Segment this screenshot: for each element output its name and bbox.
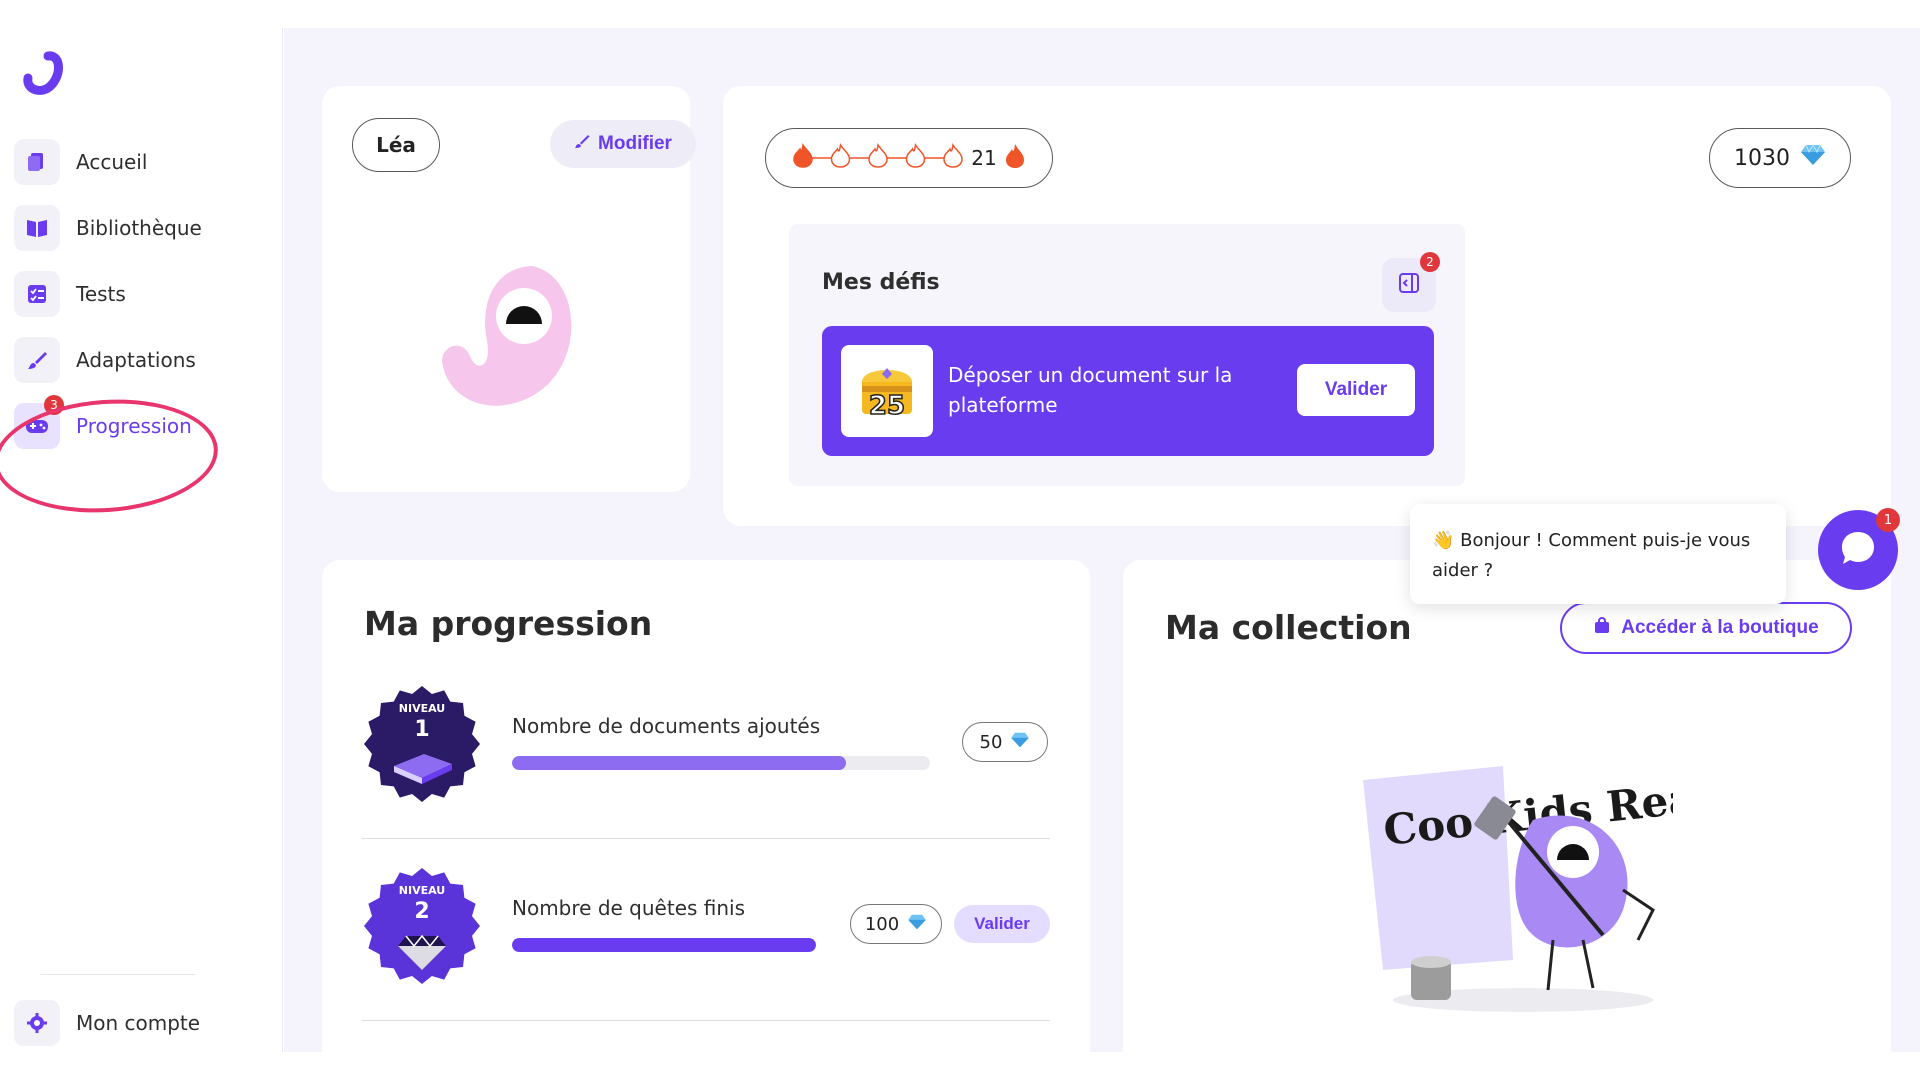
diamond-icon: [1800, 143, 1826, 172]
sidebar-item-label: Adaptations: [76, 348, 196, 372]
collection-card: Ma collection Accéder à la boutique Coo …: [1123, 560, 1891, 1080]
level-number: 2: [414, 899, 429, 924]
notification-badge: 1: [1876, 508, 1900, 532]
divider: [362, 1020, 1050, 1021]
challenges-title: Mes défis: [822, 270, 940, 295]
sidebar-item-label: Tests: [76, 282, 126, 306]
edit-label: Modifier: [598, 133, 672, 154]
level-word: NIVEAU: [399, 884, 445, 897]
gamepad-icon: 3: [14, 395, 64, 449]
level-badge: NIVEAU 1: [364, 686, 480, 802]
level-word: NIVEAU: [399, 702, 445, 715]
sidebar-item-bibliotheque[interactable]: Bibliothèque: [14, 203, 274, 253]
sidebar: Accueil Bibliothèque Tests Adaptations 3…: [0, 28, 283, 1052]
challenges-panel: Mes défis 2 25 Déposer un document sur l…: [789, 224, 1465, 486]
shop-label: Accéder à la boutique: [1621, 617, 1819, 638]
shopping-bag-icon: [1593, 616, 1611, 640]
gem-counter: 1030: [1709, 128, 1851, 188]
chat-launcher-button[interactable]: 1: [1818, 508, 1900, 590]
reward-pill: 100: [850, 904, 942, 944]
divider: [40, 974, 195, 975]
challenge-card: 25 Déposer un document sur la plateforme…: [822, 326, 1434, 456]
sidebar-item-account[interactable]: Mon compte: [14, 998, 274, 1048]
profile-card: Léa Modifier: [322, 86, 696, 492]
stats-card: 21 1030 Mes défis 2 25 Déposer un docume…: [723, 86, 1891, 526]
documents-icon: [14, 139, 60, 185]
sidebar-item-label: Progression: [76, 414, 192, 438]
flame-icon: [906, 142, 926, 168]
app-logo[interactable]: [18, 48, 68, 98]
progression-row: NIVEAU 2 Nombre de quêtes finis 100 Vali…: [362, 866, 1050, 996]
brush-icon: [14, 337, 60, 383]
sidebar-item-adaptations[interactable]: Adaptations: [14, 335, 274, 385]
flame-icon: [831, 142, 851, 168]
panel-toggle-button[interactable]: 2: [1382, 252, 1440, 312]
validate-level-button[interactable]: Valider: [954, 905, 1050, 943]
divider: [362, 838, 1050, 839]
chat-message[interactable]: 👋 Bonjour ! Comment puis-je vous aider ?: [1410, 504, 1786, 604]
sidebar-item-accueil[interactable]: Accueil: [14, 137, 274, 187]
collection-title: Ma collection: [1165, 608, 1412, 647]
progress-bar: [512, 756, 930, 770]
edit-profile-button[interactable]: Modifier: [550, 120, 696, 168]
progress-bar: [512, 938, 816, 952]
avatar: [422, 246, 582, 416]
chat-icon: [1838, 528, 1878, 572]
progression-title: Ma progression: [364, 604, 653, 643]
validate-challenge-button[interactable]: Valider: [1297, 364, 1415, 416]
profile-name: Léa: [352, 118, 440, 172]
progression-row: NIVEAU 1 Nombre de documents ajoutés 50: [362, 684, 1050, 814]
diamond-icon: [907, 914, 927, 935]
shop-button[interactable]: Accéder à la boutique: [1560, 602, 1852, 654]
pencil-icon: [574, 133, 590, 155]
book-icon: [14, 205, 60, 251]
gem-count: 1030: [1734, 145, 1790, 171]
flame-icon: [868, 142, 889, 168]
notification-badge: 2: [1420, 252, 1440, 272]
sidebar-collapse-icon: [1397, 271, 1421, 299]
progress-fill: [512, 938, 816, 952]
progress-fill: [512, 756, 847, 770]
gear-icon: [14, 1000, 60, 1046]
streak-count: 21: [971, 146, 997, 170]
challenge-text: Déposer un document sur la plateforme: [948, 363, 1233, 417]
reward-pill: 50: [962, 722, 1048, 762]
flame-track: [793, 141, 964, 176]
challenge-reward: 25: [869, 391, 905, 421]
sidebar-item-tests[interactable]: Tests: [14, 269, 274, 319]
treasure-chest-icon: 25: [841, 345, 933, 437]
reward-value: 50: [979, 731, 1003, 753]
collection-illustration: Coo Kids Read: [1353, 760, 1727, 1020]
flame-icon: [1005, 143, 1025, 174]
sidebar-item-progression[interactable]: 3 Progression: [14, 395, 274, 451]
reward-value: 100: [864, 913, 900, 935]
notification-badge: 3: [44, 395, 64, 415]
sidebar-item-label: Bibliothèque: [76, 216, 202, 240]
checklist-icon: [14, 271, 60, 317]
sidebar-item-label: Mon compte: [76, 1011, 201, 1035]
sidebar-item-label: Accueil: [76, 150, 148, 174]
level-badge: NIVEAU 2: [364, 868, 480, 984]
flame-icon: [943, 142, 964, 168]
streak-counter: 21: [765, 128, 1053, 188]
row-label: Nombre de quêtes finis: [512, 896, 746, 920]
flame-icon: [793, 142, 814, 168]
row-label: Nombre de documents ajoutés: [512, 714, 821, 738]
diamond-icon: [1010, 732, 1030, 753]
progression-card: Ma progression NIVEAU 1 Nombre de docume…: [322, 560, 1090, 1080]
level-number: 1: [414, 717, 429, 742]
